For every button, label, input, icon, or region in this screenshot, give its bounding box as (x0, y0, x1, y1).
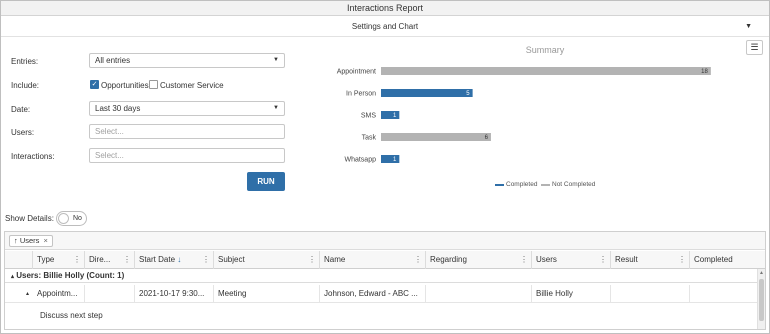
toggle-knob (58, 213, 69, 224)
column-menu-icon: ⋮ (414, 255, 422, 264)
toggle-text: No (73, 215, 82, 222)
table-row[interactable]: ▴ Appointm... 2021-10-17 9:30... Meeting… (5, 285, 757, 303)
results-grid: ↑ Users × Type ⋮ Dire... ⋮ Start Date ↓ ⋮ S… (4, 231, 766, 330)
customer-service-checkbox[interactable] (149, 80, 158, 89)
run-button[interactable]: RUN (247, 172, 285, 191)
header-users[interactable]: Users ⋮ (532, 251, 611, 269)
cell-direction (85, 285, 135, 303)
header-subject[interactable]: Subject ⋮ (214, 251, 320, 269)
column-menu-icon: ⋮ (520, 255, 528, 264)
row-detail-text: Discuss next step (40, 311, 103, 320)
entries-select[interactable]: All entries ▼ (89, 53, 285, 68)
entries-value: All entries (95, 56, 131, 65)
grid-header: Type ⋮ Dire... ⋮ Start Date ↓ ⋮ Subject ⋮ Na… (5, 251, 765, 269)
column-menu-icon: ⋮ (599, 255, 607, 264)
header-direction[interactable]: Dire... ⋮ (85, 251, 135, 269)
cell-subject: Meeting (214, 285, 320, 303)
close-icon[interactable]: × (44, 236, 48, 245)
users-label: Users: (11, 128, 35, 137)
date-value: Last 30 days (95, 104, 141, 113)
include-label: Include: (11, 81, 40, 90)
header-result[interactable]: Result ⋮ (611, 251, 690, 269)
group-row-label: Users: Billie Holly (Count: 1) (16, 271, 125, 280)
legend-not-completed-swatch (541, 184, 550, 186)
cell-users: Billie Holly (532, 285, 611, 303)
group-chip-users[interactable]: ↑ Users × (9, 235, 53, 247)
column-menu-icon: ⋮ (73, 255, 81, 264)
cell-name: Johnson, Edward - ABC ... (320, 285, 426, 303)
interactions-label: Interactions: (11, 152, 55, 161)
show-details-toggle[interactable]: No (56, 211, 87, 226)
cell-regarding (426, 285, 532, 303)
window-title: Interactions Report (1, 1, 769, 16)
legend-not-completed-label[interactable]: Not Completed (552, 181, 595, 188)
scrollbar-thumb[interactable] (759, 279, 764, 321)
opportunities-checkbox[interactable]: ✓ (90, 80, 99, 89)
sort-up-icon: ↑ (14, 236, 18, 245)
cell-completed (690, 285, 757, 303)
dropdown-arrow-icon: ▼ (273, 57, 279, 63)
header-type[interactable]: Type ⋮ (33, 251, 85, 269)
entries-label: Entries: (11, 57, 39, 66)
settings-label: Settings and Chart (351, 22, 419, 31)
column-menu-icon: ⋮ (308, 255, 316, 264)
scroll-up-icon[interactable]: ▲ (759, 270, 764, 276)
cell-result (611, 285, 690, 303)
header-regarding[interactable]: Regarding ⋮ (426, 251, 532, 269)
group-row[interactable]: ▴ Users: Billie Holly (Count: 1) (5, 269, 757, 283)
header-start-date[interactable]: Start Date ↓ ⋮ (135, 251, 214, 269)
date-label: Date: (11, 105, 31, 114)
settings-and-chart-header[interactable]: Settings and Chart ▼ (1, 17, 769, 37)
row-expander-icon[interactable]: ▴ (5, 285, 33, 303)
legend-completed-label[interactable]: Completed (506, 181, 537, 188)
cell-start-date: 2021-10-17 9:30... (135, 285, 214, 303)
legend-completed-swatch (495, 184, 504, 186)
column-menu-icon: ⋮ (123, 255, 131, 264)
column-menu-icon: ⋮ (202, 255, 210, 264)
header-expander (5, 251, 33, 269)
customer-service-label[interactable]: Customer Service (160, 81, 224, 90)
dropdown-arrow-icon: ▼ (273, 105, 279, 111)
show-details-label: Show Details: (5, 214, 54, 223)
group-by-panel: ↑ Users × (5, 232, 765, 250)
interactions-input[interactable]: Select... (89, 148, 285, 163)
opportunities-label[interactable]: Opportunities (101, 81, 149, 90)
header-completed[interactable]: Completed (690, 251, 765, 269)
group-chip-label: Users (19, 236, 40, 245)
column-menu-icon: ⋮ (678, 255, 686, 264)
collapse-icon[interactable]: ▴ (11, 274, 14, 280)
users-input[interactable]: Select... (89, 124, 285, 139)
header-name[interactable]: Name ⋮ (320, 251, 426, 269)
chart-title: Summary (525, 45, 565, 55)
hamburger-menu-icon[interactable]: ☰ (746, 40, 763, 55)
chevron-down-icon[interactable]: ▼ (745, 17, 752, 37)
vertical-scrollbar[interactable]: ▲ (757, 269, 765, 329)
cell-type: Appointm... (33, 285, 85, 303)
sort-down-icon: ↓ (177, 255, 182, 264)
date-select[interactable]: Last 30 days ▼ (89, 101, 285, 116)
